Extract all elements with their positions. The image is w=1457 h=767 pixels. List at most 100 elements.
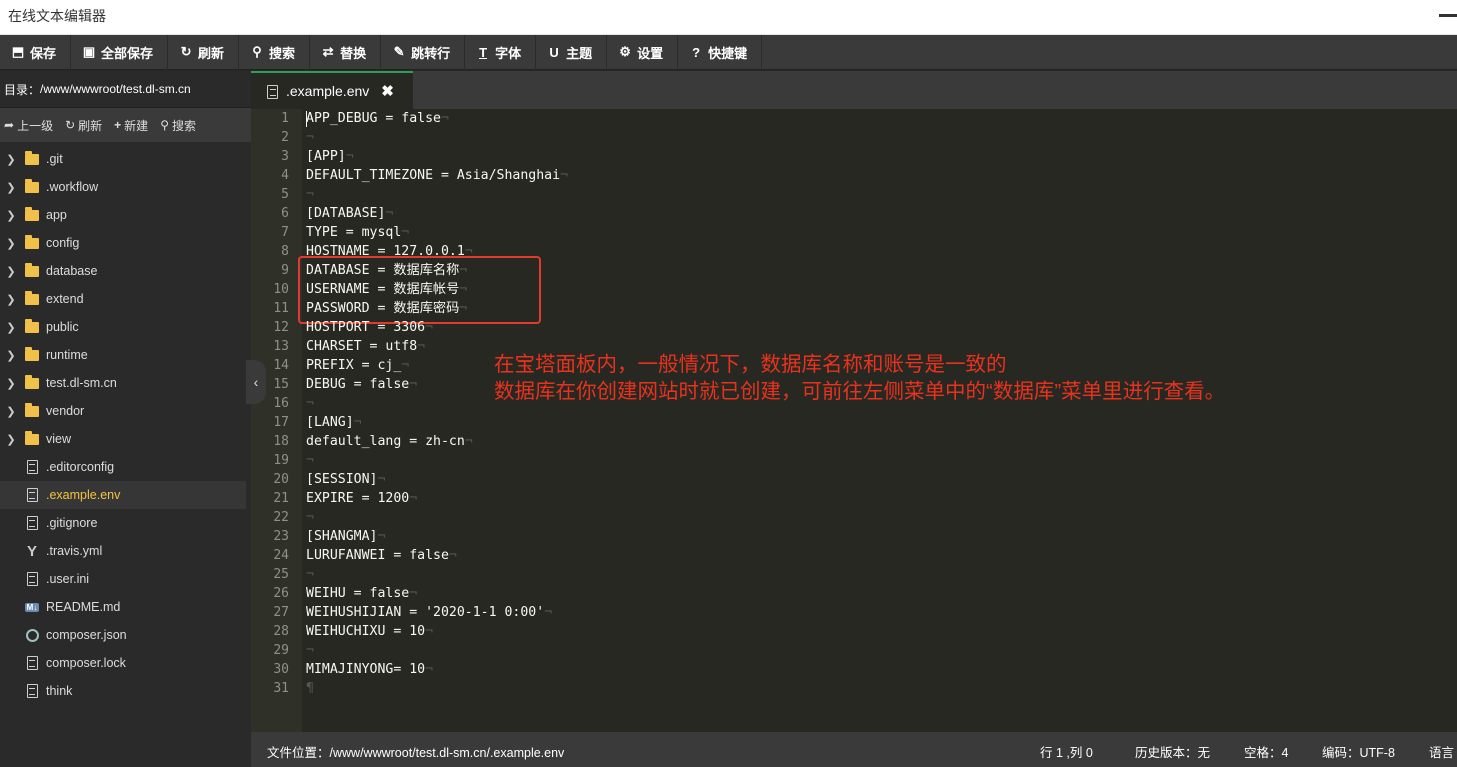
tree-item-label: .travis.yml (46, 544, 103, 558)
code-line: ¬ (306, 185, 314, 204)
tree-item[interactable]: .example.env (0, 481, 246, 509)
code-text: CHARSET = utf8 (306, 339, 418, 354)
tree-item[interactable]: ❯ test.dl-sm.cn (0, 369, 246, 397)
chevron-right-icon: ❯ (6, 321, 16, 334)
code-text: WEIHUCHIXU = 10 (306, 624, 426, 639)
tree-item-label: extend (46, 292, 84, 306)
code-text: default_lang = zh-cn (306, 434, 465, 449)
refresh-icon: ↻ (180, 44, 192, 59)
new-file-button[interactable]: + 新建 (110, 117, 156, 134)
refresh-icon: ↻ (65, 118, 76, 132)
tree-item[interactable]: ❯ vendor (0, 397, 246, 425)
eol-marker: ¬ (560, 168, 569, 183)
refresh-button[interactable]: ↻ 刷新 (168, 34, 240, 70)
tree-item[interactable]: ❯ .workflow (0, 173, 246, 201)
save-button[interactable]: ⬒ 保存 (0, 34, 72, 70)
line-number: 21 (273, 491, 289, 506)
settings-button[interactable]: ⚙ 设置 (607, 34, 679, 70)
eol-marker: ¬ (306, 643, 314, 658)
tree-item[interactable]: .user.ini (0, 565, 246, 593)
line-number: 22 (273, 510, 289, 525)
tree-item-label: config (46, 236, 80, 250)
code-editor[interactable]: 在宝塔面板内，一般情况下，数据库名称和账号是一致的 数据库在你创建网站时就已创建… (251, 109, 1457, 732)
tree-item[interactable]: composer.json (0, 621, 246, 649)
tab-example-env[interactable]: .example.env ✖ (251, 71, 413, 109)
tree-item[interactable]: .gitignore (0, 509, 246, 537)
code-line: EXPIRE = 1200¬ (306, 489, 417, 508)
tree-item[interactable]: M↓ README.md (0, 593, 246, 621)
eol-marker: ¬ (385, 206, 394, 221)
eol-marker: ¬ (306, 396, 314, 411)
code-line: [SHANGMA]¬ (306, 527, 385, 546)
code-line: DEBUG = false¬ (306, 375, 417, 394)
chevron-left-icon: ‹ (253, 374, 259, 390)
eol-marker: ¬ (306, 187, 314, 202)
eol-marker: ¬ (448, 548, 457, 563)
tree-item[interactable]: ❯ runtime (0, 341, 246, 369)
font-icon: T (479, 44, 488, 60)
theme-button[interactable]: U 主题 (536, 34, 608, 70)
code-text: APP_DEBUG = false (306, 111, 441, 126)
code-text: MIMAJINYONG= 10 (306, 662, 426, 677)
annotation-line-1: 在宝塔面板内，一般情况下，数据库名称和账号是一致的 (494, 353, 1007, 376)
code-line: [APP]¬ (306, 147, 354, 166)
folder-icon (22, 430, 42, 445)
eol-marker: ¬ (459, 263, 468, 278)
eol-marker: ¬ (401, 225, 410, 240)
parent-dir-button[interactable]: ➦ 上一级 (0, 117, 61, 134)
tree-item[interactable]: ❯ .git (0, 145, 246, 173)
tree-item[interactable]: think (0, 677, 246, 705)
font-button[interactable]: T 字体 (465, 34, 537, 70)
minimize-button[interactable] (1439, 14, 1457, 17)
goto-line-button[interactable]: ✎ 跳转行 (381, 34, 466, 70)
code-text: DATABASE = 数据库名称 (306, 263, 460, 278)
tree-item[interactable]: composer.lock (0, 649, 246, 677)
tree-item[interactable]: .editorconfig (0, 453, 246, 481)
cursor-position[interactable]: 行 1 ,列 0 (1040, 742, 1093, 761)
tree-item-label: .example.env (46, 488, 121, 502)
pin-icon: ✎ (393, 44, 405, 59)
tree-item[interactable]: ❯ config (0, 229, 246, 257)
tree-item-label: .gitignore (46, 516, 98, 530)
collapse-sidebar-button[interactable]: ‹ (246, 360, 266, 404)
save-all-button[interactable]: ▣ 全部保存 (71, 34, 169, 70)
search-tree-button[interactable]: ⚲ 搜索 (156, 117, 204, 134)
close-tab-icon[interactable]: ✖ (381, 82, 394, 100)
file-encoding[interactable]: 编码：UTF-8 (1322, 742, 1395, 761)
tree-item-label: database (46, 264, 98, 278)
tree-item-label: .git (46, 152, 63, 166)
tree-item[interactable]: ❯ view (0, 425, 246, 453)
file-icon (22, 516, 42, 530)
code-line: WEIHUCHIXU = 10¬ (306, 622, 433, 641)
code-text: HOSTNAME = 127.0.0.1 (306, 244, 465, 259)
replace-button[interactable]: ⇄ 替换 (310, 34, 382, 70)
code-line: [LANG]¬ (306, 413, 362, 432)
replace-icon: ⇄ (322, 44, 334, 59)
eol-marker: ¬ (459, 301, 468, 316)
annotation-line-2: 数据库在你创建网站时就已创建，可前往左侧菜单中的“数据库”菜单里进行查看。 (494, 380, 1226, 403)
history-version[interactable]: 历史版本：无 (1135, 742, 1210, 761)
directory-tools: ➦ 上一级 ↻ 刷新 + 新建 ⚲ 搜索 (0, 108, 251, 142)
tree-item[interactable]: ❯ public (0, 313, 246, 341)
language-mode[interactable]: 语言 (1429, 742, 1454, 761)
tree-item[interactable]: ❯ app (0, 201, 246, 229)
tree-item[interactable]: ❯ database (0, 257, 246, 285)
tab-bar: .example.env ✖ (251, 71, 1457, 109)
tree-item[interactable]: Y .travis.yml (0, 537, 246, 565)
folder-icon (22, 206, 42, 221)
code-line: USERNAME = 数据库帐号¬ (306, 280, 467, 299)
tree-item-label: composer.json (46, 628, 127, 642)
file-tree: ❯ .git ❯ .workflow ❯ app ❯ config ❯ database ❯ exte… (0, 142, 251, 705)
code-line: default_lang = zh-cn¬ (306, 432, 473, 451)
search-button[interactable]: ⚲ 搜索 (239, 34, 311, 70)
search-icon: ⚲ (160, 118, 169, 132)
tree-item-label: .user.ini (46, 572, 90, 586)
refresh-tree-button[interactable]: ↻ 刷新 (61, 117, 110, 134)
shortcuts-button[interactable]: ? 快捷键 (678, 34, 763, 70)
line-number: 26 (273, 586, 289, 601)
indent-spaces[interactable]: 空格：4 (1244, 742, 1288, 761)
code-line: DATABASE = 数据库名称¬ (306, 261, 467, 280)
tree-item[interactable]: ❯ extend (0, 285, 246, 313)
chevron-right-icon: ❯ (6, 293, 16, 306)
code-text: WEIHUSHIJIAN = '2020-1-1 0:00' (306, 605, 545, 620)
